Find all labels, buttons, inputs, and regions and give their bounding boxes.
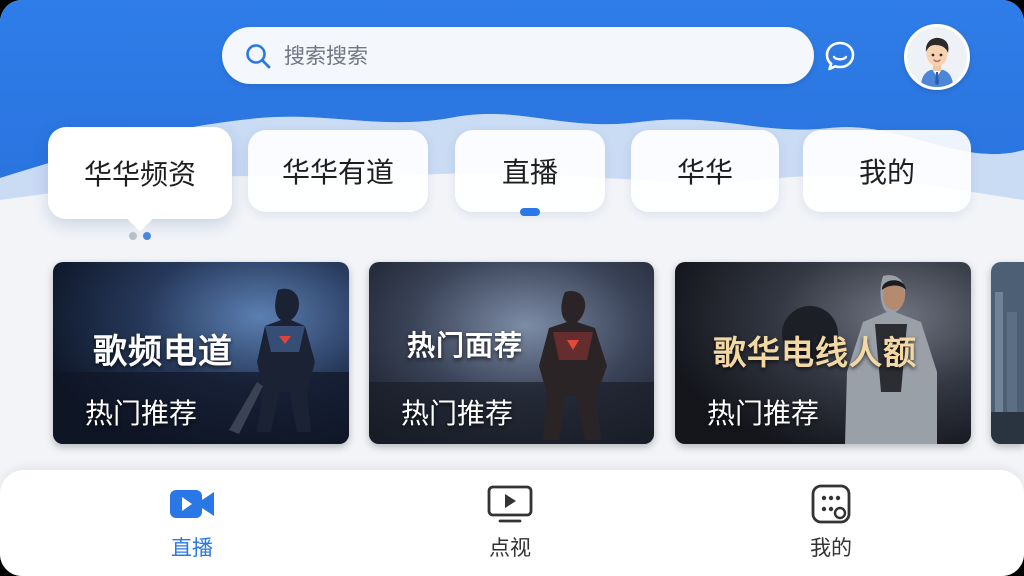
chat-bubble-icon xyxy=(825,41,855,71)
tab-item-1[interactable]: 华华频资 xyxy=(48,127,232,232)
content-card-2[interactable]: 热门面荐 热门推荐 xyxy=(369,262,654,444)
tab-item-4[interactable]: 华华 xyxy=(631,130,779,212)
page-dot xyxy=(129,232,137,240)
nav-item-vod[interactable]: 点视 xyxy=(450,484,570,568)
play-screen-icon xyxy=(487,485,533,523)
apps-grid-icon xyxy=(811,484,851,524)
nav-label: 我的 xyxy=(810,536,852,560)
content-card-4[interactable] xyxy=(991,262,1024,444)
search-input[interactable] xyxy=(284,43,764,68)
card-title: 歌频电道 xyxy=(93,332,233,372)
tab-mine[interactable]: 我的 xyxy=(803,130,971,212)
card-title: 热门面荐 xyxy=(407,329,524,362)
nav-label: 点视 xyxy=(489,536,531,560)
message-button[interactable] xyxy=(820,38,860,74)
tab-label: 华华 xyxy=(676,156,733,189)
content-card-3[interactable]: 歌华电线人额 热门推荐 xyxy=(675,262,971,444)
tab-live[interactable]: 直播 xyxy=(455,130,605,216)
tab-label: 直播 xyxy=(501,156,558,189)
nav-item-live[interactable]: 直播 xyxy=(132,484,252,568)
page-dot-active xyxy=(143,232,151,240)
card-title: 歌华电线人额 xyxy=(713,333,917,372)
tab-item-2[interactable]: 华华有道 xyxy=(248,130,428,212)
user-avatar[interactable] xyxy=(904,24,970,90)
tab-label: 华华频资 xyxy=(83,158,196,191)
tab-label: 华华有道 xyxy=(281,156,394,189)
nav-item-mine[interactable]: 我的 xyxy=(771,484,891,568)
bottom-navigation: 直播 点视 我的 xyxy=(0,470,1024,576)
card-subtitle: 热门推荐 xyxy=(707,397,820,430)
user-avatar-icon xyxy=(907,27,967,87)
card-subtitle: 热门推荐 xyxy=(401,397,514,430)
search-bar[interactable] xyxy=(222,27,814,84)
search-icon xyxy=(246,43,271,68)
page-indicator xyxy=(129,232,151,240)
video-camera-icon xyxy=(170,490,214,518)
app-window: 华华频资 华华有道 直播 华华 我的 xyxy=(0,0,1024,576)
card-hero-art xyxy=(991,262,1024,444)
content-card-1[interactable]: 歌频电道 热门推荐 xyxy=(53,262,349,444)
tab-label: 我的 xyxy=(858,156,915,189)
card-subtitle: 热门推荐 xyxy=(85,397,198,430)
nav-label: 直播 xyxy=(171,536,213,560)
active-tab-indicator xyxy=(520,208,540,216)
